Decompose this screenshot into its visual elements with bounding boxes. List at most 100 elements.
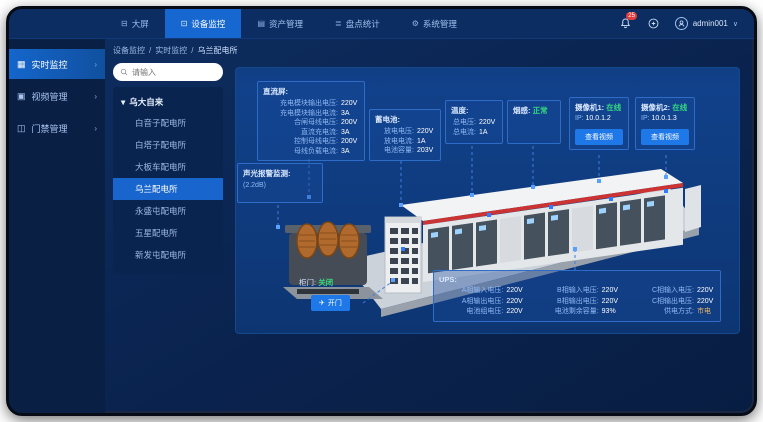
chevron-right-icon: › [94,60,97,69]
sidebar-item-1[interactable]: ▣视频管理› [9,81,105,111]
door-status-value: 关闭 [318,278,333,287]
nav-item-label: 大屏 [132,18,149,30]
dc-panel-rows: 充电模块输出电压:220V充电模块输出电流:3A合闸母线电压:200V直流充电流… [263,99,359,156]
tree-item-1[interactable]: 白塔子配电所 [113,134,223,156]
search-input[interactable] [132,68,212,77]
door-access-icon: ◫ [17,123,26,134]
sound-alarm-title: 声光报警监测: [243,168,317,179]
search-box[interactable] [113,63,223,81]
breadcrumb-item-2[interactable]: 乌兰配电所 [197,45,237,56]
tree-item-6[interactable]: 新发屯配电所 [113,244,223,266]
nav-menu: ⊟ 大屏 ⊡设备监控 ▤ 资产管理 ≣盘点统计 ⚙ 系统管理 [105,9,473,38]
tree-parent-node[interactable]: ▾ 乌大自来 [113,92,223,112]
metric-row: 充电模块输出电流:3A [263,109,359,119]
notification-badge: 25 [626,12,638,20]
substation-tree: ▾ 乌大自来 白音子配电所白塔子配电所大板车配电所乌兰配电所永盛屯配电所五星配电… [113,87,223,274]
main-wrap: 直流屏: 充电模块输出电压:220V充电模块输出电流:3A合闸母线电压:200V… [229,61,754,413]
nav-item-4[interactable]: ⚙ 系统管理 [396,9,473,38]
ups-callout: UPS: A相输入电压:220VB相输入电压:220VC相输入电压:220VA相… [433,270,721,322]
sidebar-item-2[interactable]: ◫门禁管理› [9,113,105,143]
metric-row: 总电压:220V [451,118,497,128]
metric-row: C相输出电压:220V [630,297,715,307]
camera-1-callout: 摄像机1: 在线IP: 10.0.1.2查看视频 [569,97,629,150]
sidebar-item-label: 视频管理 [32,90,68,103]
ups-title: UPS: [439,275,715,284]
tree-expand-icon: ▾ [121,97,125,108]
tree-item-4[interactable]: 永盛屯配电所 [113,200,223,222]
fullscreen-glyph [648,18,659,29]
nav-item-label: 系统管理 [423,18,457,30]
device-tree-column: ▾ 乌大自来 白音子配电所白塔子配电所大板车配电所乌兰配电所永盛屯配电所五星配电… [105,61,229,413]
temperature-rows: 总电压:220V总电流:1A [451,118,497,137]
metric-row: 母线负载电流:3A [263,147,359,157]
lower-row: ▾ 乌大自来 白音子配电所白塔子配电所大板车配电所乌兰配电所永盛屯配电所五星配电… [105,61,754,413]
notification-bell-icon[interactable]: 25 [619,17,633,31]
app-window: ⊟ 大屏 ⊡设备监控 ▤ 资产管理 ≣盘点统计 ⚙ 系统管理 25 [6,6,757,416]
breadcrumb-separator: / [149,46,151,55]
nav-item-3[interactable]: ≣盘点统计 [319,9,396,38]
metric-row: 电池剩余容量:93% [534,307,619,317]
metric-row: 供电方式:市电 [630,307,715,317]
smoke-status: 正常 [533,106,548,115]
temperature-callout: 温度: 总电压:220V总电流:1A [445,100,503,144]
top-navbar: ⊟ 大屏 ⊡设备监控 ▤ 资产管理 ≣盘点统计 ⚙ 系统管理 25 [9,9,754,39]
search-icon [120,68,128,76]
metric-row: A相输出电压:220V [439,297,524,307]
chevron-right-icon: › [94,92,97,101]
username: admin001 [693,19,728,28]
open-door-button[interactable]: ✈ 开门 [311,295,350,311]
sidebar-item-label: 门禁管理 [32,122,68,135]
temperature-title: 温度: [451,105,497,116]
camera-status: 在线 [606,103,621,112]
nav-item-2[interactable]: ▤ 资产管理 [241,9,319,38]
nav-item-label: 盘点统计 [346,18,380,30]
battery-title: 蓄电池: [375,114,435,125]
person-icon [677,19,686,28]
tree-item-0[interactable]: 白音子配电所 [113,112,223,134]
nav-item-label: 设备监控 [191,18,225,30]
bell-icon [620,18,631,29]
sidebar-item-0[interactable]: ▦ 实时监控 › [9,49,105,79]
tree-item-3[interactable]: 乌兰配电所 [113,178,223,200]
fullscreen-icon[interactable] [647,17,661,31]
sound-alarm-callout: 声光报警监测: (2.2dB) [237,163,323,203]
avatar [675,17,688,30]
battery-callout: 蓄电池: 放电电压:220V放电电流:1A电池容量:203V [369,109,441,161]
view-video-button[interactable]: 查看视频 [575,129,623,145]
metric-row: A相输入电压:220V [439,286,524,296]
open-door-icon: ✈ [319,299,325,307]
nav-item-0[interactable]: ⊟ 大屏 [105,9,165,38]
view-video-button[interactable]: 查看视频 [641,129,689,145]
tree-children: 白音子配电所白塔子配电所大板车配电所乌兰配电所永盛屯配电所五星配电所新发屯配电所 [113,112,223,266]
breadcrumb: 设备监控 / 实时监控 / 乌兰配电所 [105,39,754,61]
dc-panel-callout: 直流屏: 充电模块输出电压:220V充电模块输出电流:3A合闸母线电压:200V… [257,81,365,161]
user-menu[interactable]: admin001 ∨ [675,17,738,30]
metric-row: B相输入电压:220V [534,286,619,296]
realtime-monitor-icon: ▦ [17,59,26,70]
breadcrumb-item-0[interactable]: 设备监控 [113,45,145,56]
monitoring-panel: 直流屏: 充电模块输出电压:220V充电模块输出电流:3A合闸母线电压:200V… [235,67,740,334]
breadcrumb-separator: / [191,46,193,55]
camera-2-callout: 摄像机2: 在线IP: 10.0.1.3查看视频 [635,97,695,150]
right-area: 设备监控 / 实时监控 / 乌兰配电所 ▾ 乌大自来 [105,39,754,413]
camera-ip: IP: 10.0.1.3 [641,115,689,122]
nav-item-1[interactable]: ⊡设备监控 [165,9,242,38]
nav-item-label: 资产管理 [269,18,303,30]
metric-row: 总电流:1A [451,128,497,138]
metric-row: 电池组电压:220V [439,307,524,317]
screen-icon: ⊟ [121,20,128,28]
navbar-tools: 25 admin001 ∨ [619,9,754,38]
smoke-title: 烟感: 正常 [513,105,555,116]
metric-row: 放电电压:220V [375,127,435,137]
metric-row: 电池容量:203V [375,146,435,156]
smoke-detector-callout: 烟感: 正常 [507,100,561,144]
tree-item-2[interactable]: 大板车配电所 [113,156,223,178]
tree-item-5[interactable]: 五星配电所 [113,222,223,244]
sidebar-item-label: 实时监控 [32,58,68,71]
breadcrumb-item-1[interactable]: 实时监控 [155,45,187,56]
left-sidebar: ▦实时监控›▣视频管理›◫门禁管理› [9,39,105,413]
settings-icon: ⚙ [412,20,419,28]
dc-panel-title: 直流屏: [263,86,359,97]
asset-icon: ▤ [257,20,265,28]
battery-rows: 放电电压:220V放电电流:1A电池容量:203V [375,127,435,156]
